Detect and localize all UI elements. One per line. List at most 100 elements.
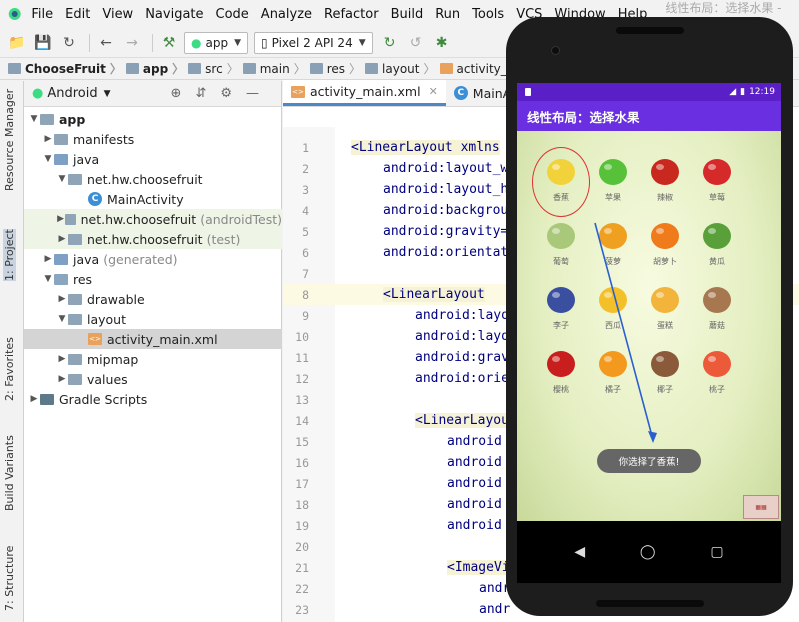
folder-icon: [54, 153, 68, 165]
fruit-item[interactable]: 苹果: [587, 151, 639, 215]
menu-run[interactable]: Run: [435, 7, 460, 22]
open-folder-icon[interactable]: 📁: [6, 32, 28, 54]
tree-item-java[interactable]: ▼ java: [24, 149, 282, 169]
chevron-right-icon[interactable]: ▶: [42, 254, 54, 264]
fruit-item[interactable]: 葡萄: [535, 215, 587, 279]
toolbar-divider: [89, 33, 90, 52]
apple-icon: [599, 159, 627, 185]
package-icon: [68, 233, 82, 245]
fruit-item[interactable]: 橘子: [587, 343, 639, 407]
fruit-item[interactable]: 胡萝卜: [639, 215, 691, 279]
back-triangle-icon[interactable]: ◀: [574, 544, 585, 560]
close-icon[interactable]: ✕: [429, 85, 438, 98]
tree-item-drawable[interactable]: ▶ drawable: [24, 289, 282, 309]
tab-build-variants[interactable]: Build Variants: [3, 435, 16, 511]
chevron-right-icon[interactable]: ▶: [28, 394, 40, 404]
home-circle-icon[interactable]: ◯: [640, 544, 656, 560]
line-number: 2: [302, 161, 309, 176]
emulator-screen[interactable]: ◢ ▮ 12:19 线性布局：选择水果 香蕉 苹果 辣椒 草莓 葡萄 菠萝 胡萝卜 黄瓜 李子西…: [517, 83, 781, 583]
tab-structure[interactable]: 7: Structure: [3, 546, 16, 611]
menu-tools[interactable]: Tools: [472, 7, 504, 22]
chevron-down-icon[interactable]: ▼: [56, 174, 68, 184]
tree-item-res[interactable]: ▼ res: [24, 269, 282, 289]
target-icon[interactable]: ⊕: [171, 86, 182, 101]
apply-changes-icon[interactable]: ↻: [379, 32, 401, 54]
chevron-down-icon[interactable]: ▼: [56, 314, 68, 324]
chevron-down-icon[interactable]: ▼: [28, 114, 40, 124]
menu-view[interactable]: View: [102, 7, 133, 22]
menu-build[interactable]: Build: [391, 7, 424, 22]
project-view-select[interactable]: Android: [47, 86, 97, 101]
chevron-right-icon[interactable]: ▶: [42, 134, 54, 144]
chevron-right-icon[interactable]: ▶: [56, 234, 68, 244]
fruit-item[interactable]: 蛋糕: [639, 279, 691, 343]
tree-item-package-androidtest[interactable]: ▶ net.hw.choosefruit (androidTest): [24, 209, 282, 229]
code-text: <LinearLayou: [415, 413, 509, 428]
tab-activity-main-xml[interactable]: <> activity_main.xml ✕: [283, 80, 446, 106]
collapse-all-icon[interactable]: ⇵: [195, 86, 206, 101]
tree-item-mipmap[interactable]: ▶ mipmap: [24, 349, 282, 369]
fruit-item[interactable]: 桃子: [691, 343, 743, 407]
back-arrow-icon[interactable]: ←: [95, 32, 117, 54]
chevron-right-icon[interactable]: ▶: [56, 354, 68, 364]
save-icon[interactable]: 💾: [32, 32, 54, 54]
gear-icon[interactable]: ⚙: [220, 86, 232, 101]
recents-square-icon[interactable]: ▢: [710, 544, 723, 560]
coconut-icon: [651, 351, 679, 377]
chevron-right-icon[interactable]: ▶: [56, 294, 68, 304]
status-time: 12:19: [749, 87, 775, 97]
forward-arrow-icon[interactable]: →: [121, 32, 143, 54]
build-hammer-icon[interactable]: ⚒: [158, 32, 180, 54]
fruit-item[interactable]: 辣椒: [639, 151, 691, 215]
chevron-down-icon[interactable]: ▼: [42, 274, 54, 284]
tree-item-app[interactable]: ▼ app: [24, 109, 282, 129]
tree-item-layout[interactable]: ▼ layout: [24, 309, 282, 329]
run-configuration-select[interactable]: ● app ▼: [184, 31, 248, 54]
tree-item-mainactivity[interactable]: C MainActivity: [24, 189, 282, 209]
breadcrumb-layout[interactable]: layout 〉: [365, 60, 436, 77]
tree-item-values[interactable]: ▶ values: [24, 369, 282, 389]
tree-item-package-test[interactable]: ▶ net.hw.choosefruit (test): [24, 229, 282, 249]
device-select[interactable]: ▯ Pixel 2 API 24 ▼: [254, 31, 373, 54]
breadcrumb-main[interactable]: main 〉: [242, 60, 306, 77]
tree-item-package[interactable]: ▼ net.hw.choosefruit: [24, 169, 282, 189]
debug-icon[interactable]: ✱: [431, 32, 453, 54]
menu-edit[interactable]: Edit: [65, 7, 90, 22]
menu-navigate[interactable]: Navigate: [145, 7, 203, 22]
fruit-item[interactable]: 菠萝: [587, 215, 639, 279]
tab-favorites[interactable]: 2: Favorites: [3, 337, 16, 401]
fruit-item[interactable]: 蘑菇: [691, 279, 743, 343]
run-configuration-value: app: [205, 35, 229, 50]
fruit-item[interactable]: 李子: [535, 279, 587, 343]
code-text: android:gravity=: [383, 224, 509, 239]
chevron-right-icon[interactable]: ▶: [56, 214, 65, 224]
sync-icon[interactable]: ↻: [58, 32, 80, 54]
menu-file[interactable]: File: [31, 7, 53, 22]
fruit-item[interactable]: 黄瓜: [691, 215, 743, 279]
cucumber-icon: [703, 223, 731, 249]
minimize-icon[interactable]: —: [246, 86, 259, 101]
fruit-item[interactable]: 草莓: [691, 151, 743, 215]
chevron-down-icon[interactable]: ▼: [42, 154, 54, 164]
fruit-item[interactable]: 西瓜: [587, 279, 639, 343]
breadcrumb-project[interactable]: ChooseFruit 〉: [8, 60, 122, 77]
breadcrumb-src[interactable]: src 〉: [188, 60, 239, 77]
folder-icon: [54, 253, 68, 265]
tab-resource-manager[interactable]: Resource Manager: [3, 89, 16, 191]
fruit-item[interactable]: 椰子: [639, 343, 691, 407]
tree-item-java-generated[interactable]: ▶ java (generated): [24, 249, 282, 269]
tree-item-gradle-scripts[interactable]: ▶ Gradle Scripts: [24, 389, 282, 409]
tree-item-manifests[interactable]: ▶ manifests: [24, 129, 282, 149]
code-text: android:layout_w: [383, 161, 509, 176]
menu-refactor[interactable]: Refactor: [324, 7, 379, 22]
menu-code[interactable]: Code: [216, 7, 249, 22]
chevron-right-icon[interactable]: ▶: [56, 374, 68, 384]
breadcrumb-res[interactable]: res 〉: [309, 60, 361, 77]
apply-code-changes-icon[interactable]: ↺: [405, 32, 427, 54]
tree-item-activity-main-xml[interactable]: <> activity_main.xml: [24, 329, 282, 349]
chevron-down-icon[interactable]: ▼: [104, 89, 111, 99]
breadcrumb-module[interactable]: app 〉: [125, 60, 184, 77]
menu-analyze[interactable]: Analyze: [261, 7, 312, 22]
tab-project[interactable]: 1: Project: [3, 229, 16, 281]
fruit-item[interactable]: 樱桃: [535, 343, 587, 407]
